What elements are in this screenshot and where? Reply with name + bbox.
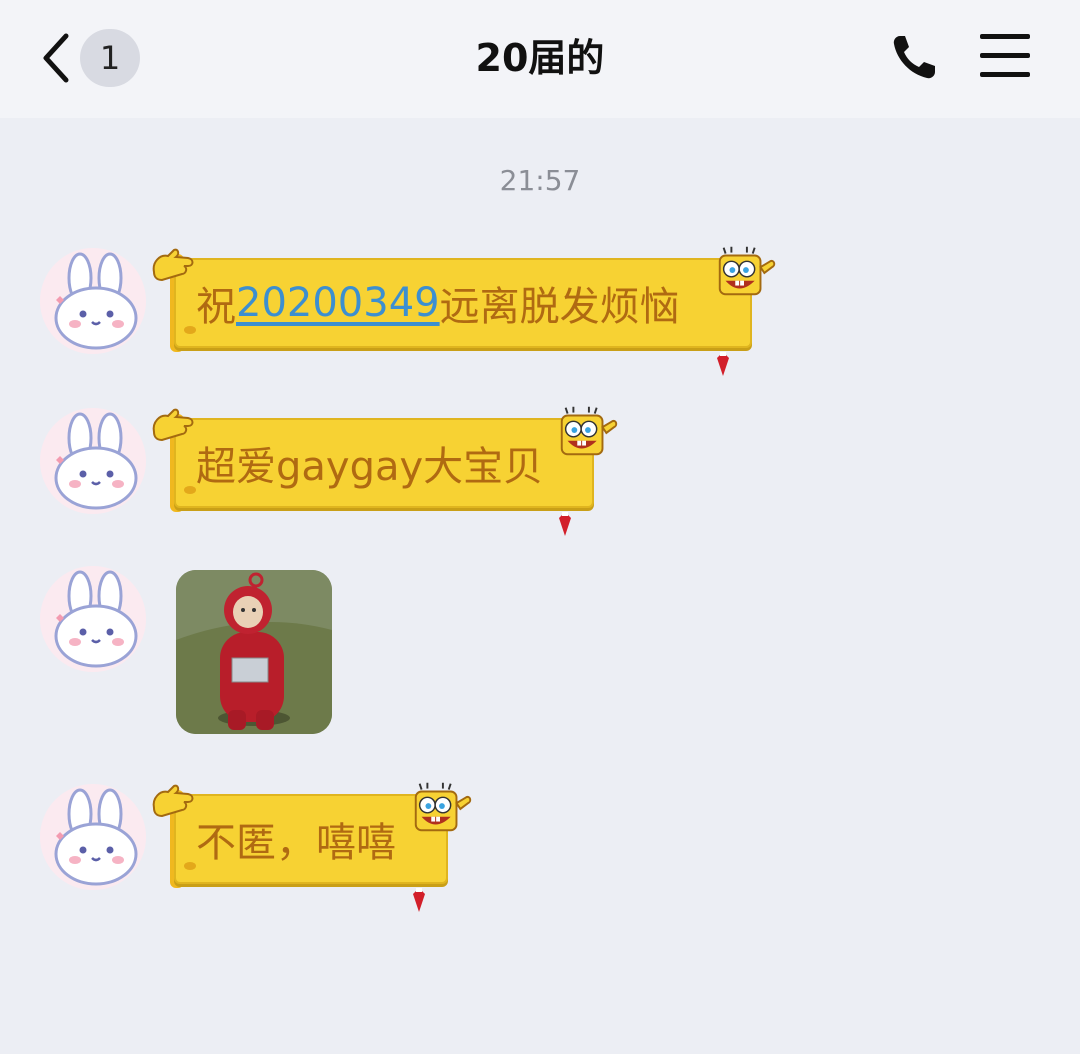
back-button[interactable]	[36, 30, 86, 86]
chevron-left-icon	[43, 33, 69, 83]
tie-icon	[559, 512, 571, 536]
pointing-hand-icon	[152, 248, 194, 281]
pointing-hand-icon	[152, 784, 194, 817]
chat-title: 20届的	[475, 36, 605, 80]
avatar[interactable]	[40, 566, 146, 672]
message-row: 不匿，嘻嘻	[0, 781, 1080, 914]
message-row	[0, 566, 1080, 736]
message-bubble[interactable]: 不匿，嘻嘻	[148, 781, 472, 912]
phone-icon	[893, 36, 935, 79]
tie-icon	[413, 888, 425, 912]
avatar[interactable]	[40, 784, 146, 890]
tie-icon	[717, 352, 729, 376]
hamburger-icon	[980, 34, 1030, 77]
message-text: 不匿，嘻嘻	[196, 820, 396, 866]
message-row: 超爱gaygay大宝贝	[0, 405, 1080, 536]
number-link[interactable]: 20200349	[236, 280, 440, 326]
bunny-avatar-icon	[40, 408, 146, 514]
chat-header: 1 20届的	[0, 0, 1080, 118]
avatar[interactable]	[40, 248, 146, 354]
bunny-avatar-icon	[40, 248, 146, 354]
message-text: 超爱gaygay大宝贝	[196, 444, 544, 490]
message-row: 祝 20200349 远离脱发烦恼	[0, 245, 1080, 376]
bunny-avatar-icon	[40, 784, 146, 890]
avatar[interactable]	[40, 408, 146, 514]
sticker-image[interactable]	[176, 570, 332, 734]
bunny-avatar-icon	[40, 566, 146, 672]
menu-button[interactable]	[980, 34, 1030, 80]
message-text: 祝 20200349 远离脱发烦恼	[196, 280, 680, 330]
unread-count-badge[interactable]: 1	[80, 29, 140, 87]
message-bubble[interactable]: 超爱gaygay大宝贝	[148, 405, 618, 536]
spongebob-icon	[718, 245, 776, 296]
message-bubble[interactable]: 祝 20200349 远离脱发烦恼	[148, 245, 776, 376]
spongebob-icon	[560, 405, 618, 456]
call-button[interactable]	[888, 32, 940, 84]
teletubby-sticker-icon	[176, 570, 332, 734]
message-timestamp: 21:57	[499, 164, 581, 197]
pointing-hand-icon	[152, 408, 194, 441]
spongebob-icon	[414, 781, 472, 832]
